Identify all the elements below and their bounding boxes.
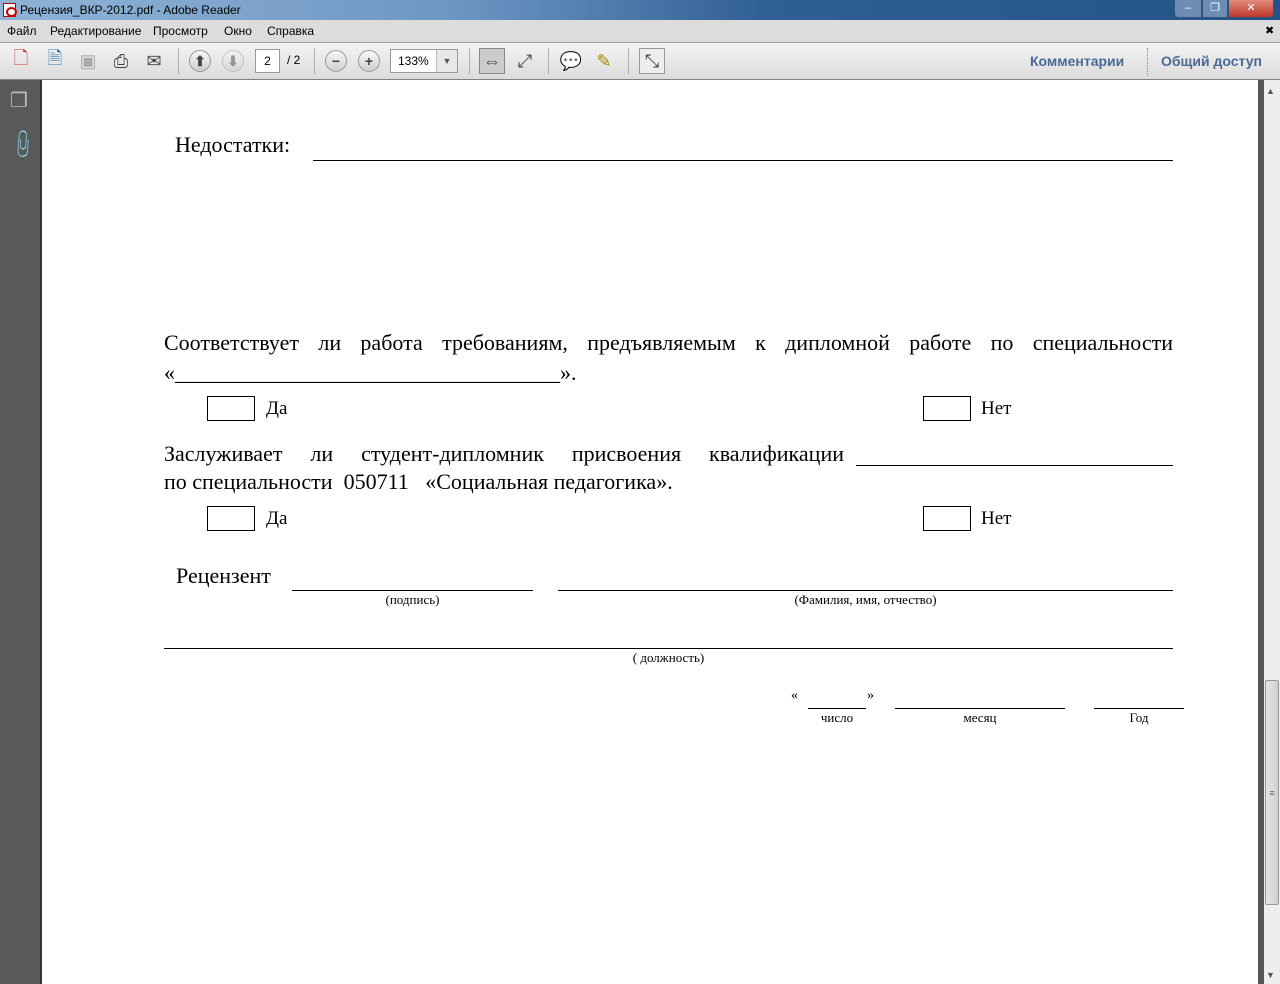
no-label-2: Нет	[981, 508, 1012, 529]
fit-width-icon[interactable]: ⇔	[479, 48, 505, 74]
checkbox-no-2[interactable]	[923, 506, 971, 531]
share-button[interactable]: Общий доступ	[1161, 53, 1262, 69]
minimize-button[interactable]: –	[1174, 0, 1202, 18]
next-page-button[interactable]: ⬇	[220, 48, 246, 74]
pages-panel-icon[interactable]: ❐	[10, 88, 30, 112]
reviewer-label: Рецензент	[176, 563, 271, 588]
highlight-icon[interactable]: ✎	[591, 48, 617, 74]
previous-page-button[interactable]: ⬆	[187, 48, 213, 74]
month-caption: месяц	[963, 710, 997, 725]
print-icon[interactable]: ⎙	[108, 48, 134, 74]
scroll-up-icon[interactable]: ▲	[1266, 86, 1275, 96]
pdf-app-icon	[3, 3, 17, 17]
name-caption: (Фамилия, имя, отчество)	[794, 592, 937, 607]
zoom-out-button[interactable]: −	[323, 48, 349, 74]
qualification-line	[856, 465, 1173, 466]
separator	[548, 48, 549, 74]
separator	[469, 48, 470, 74]
plus-icon: +	[358, 50, 380, 72]
position-caption: ( должность)	[632, 650, 705, 665]
year-caption: Год	[1129, 710, 1149, 725]
question-qualification: Заслуживает ли студент-дипломник присвое…	[164, 441, 844, 466]
close-button[interactable]: ✕	[1228, 0, 1274, 18]
menu-file[interactable]: Файл	[7, 24, 37, 38]
zoom-in-button[interactable]: +	[356, 48, 382, 74]
separator	[628, 48, 629, 74]
day-line	[808, 708, 866, 709]
minus-icon: −	[325, 50, 347, 72]
checkbox-yes-2[interactable]	[207, 506, 255, 531]
yes-label-1: Да	[266, 398, 288, 419]
page-total: / 2	[287, 53, 301, 67]
email-icon[interactable]: ✉	[141, 48, 167, 74]
question-requirements: Соответствует ли работа требованиям, пре…	[164, 330, 1173, 355]
window-title: Рецензия_ВКР-2012.pdf - Adobe Reader	[20, 3, 241, 17]
menu-edit[interactable]: Редактирование	[50, 24, 141, 38]
specialty-text: по специальности 050711 «Социальная педа…	[164, 469, 673, 494]
checkbox-no-1[interactable]	[923, 396, 971, 421]
signature-caption: (подпись)	[385, 592, 440, 607]
separator	[1147, 48, 1148, 76]
menu-window[interactable]: Окно	[224, 24, 252, 38]
separator	[314, 48, 315, 74]
zoom-dropdown-icon[interactable]: ▼	[436, 50, 457, 72]
restore-button[interactable]: ❐	[1202, 0, 1228, 18]
save-icon[interactable]: ▣	[75, 48, 101, 74]
close-document-icon[interactable]: ✖	[1265, 24, 1274, 37]
shortcomings-label: Недостатки:	[175, 132, 291, 157]
page-number-input[interactable]: 2	[255, 49, 280, 73]
menu-view[interactable]: Просмотр	[153, 24, 208, 38]
arrow-down-icon: ⬇	[222, 50, 244, 72]
separator	[178, 48, 179, 74]
full-screen-icon[interactable]: ⤡	[639, 48, 665, 74]
yes-label-2: Да	[266, 508, 288, 529]
specialty-blank: «___________________________________».	[164, 360, 577, 385]
year-line	[1094, 708, 1184, 709]
open-icon[interactable]: 🗎	[42, 48, 68, 74]
navigation-sidebar	[0, 80, 42, 984]
scrollbar-thumb[interactable]: ≡	[1265, 680, 1279, 905]
signature-line	[292, 590, 533, 591]
name-line	[558, 590, 1173, 591]
arrow-up-icon: ⬆	[189, 50, 211, 72]
shortcomings-line	[313, 160, 1173, 161]
create-pdf-icon[interactable]: 🗋	[8, 48, 34, 74]
comment-icon[interactable]: 💬	[558, 48, 584, 74]
menu-help[interactable]: Справка	[267, 24, 314, 38]
no-label-1: Нет	[981, 398, 1012, 419]
position-line	[164, 648, 1173, 649]
fit-page-icon[interactable]: ⤢	[512, 48, 538, 74]
month-line	[895, 708, 1065, 709]
quote-open: «	[791, 688, 798, 703]
checkbox-yes-1[interactable]	[207, 396, 255, 421]
scroll-down-icon[interactable]: ▼	[1266, 970, 1275, 980]
comments-button[interactable]: Комментарии	[1030, 53, 1124, 69]
quote-close: »	[867, 688, 874, 703]
day-caption: число	[820, 710, 854, 725]
